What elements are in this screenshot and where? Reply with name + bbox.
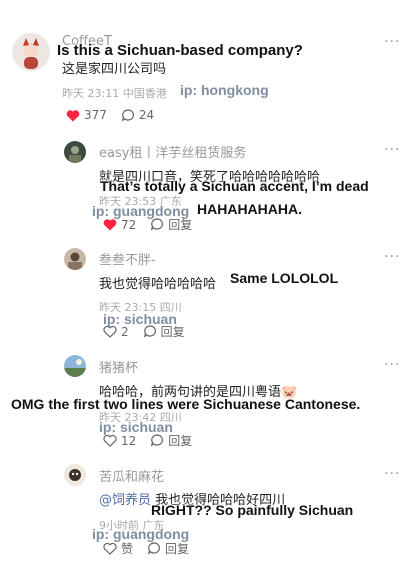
- comment-text: 这是家四川公司吗: [62, 62, 167, 77]
- more-options-icon[interactable]: ···: [384, 34, 400, 50]
- like-button[interactable]: 赞: [103, 540, 133, 557]
- comment-username[interactable]: 苦瓜和麻花: [99, 466, 164, 485]
- translation-overlay: That’s totally a Sichuan accent, I’m dea…: [100, 178, 369, 194]
- mention-link[interactable]: @饲养员: [99, 493, 151, 508]
- avatar[interactable]: [64, 355, 86, 377]
- comment-actions: 12 回复: [103, 432, 206, 449]
- comment-actions: 赞 回复: [103, 540, 203, 557]
- comment-actions: 2 回复: [103, 323, 199, 340]
- like-button[interactable]: 12: [103, 434, 136, 448]
- like-button[interactable]: 72: [103, 218, 136, 232]
- reply-label: 回复: [168, 434, 193, 448]
- reply-label: 回复: [160, 325, 185, 339]
- translation-overlay: OMG the first two lines were Sichuanese …: [11, 396, 361, 412]
- comment-text: 我也觉得哈哈哈哈哈: [99, 277, 217, 292]
- translation-overlay: RIGHT?? So painfully Sichuan: [151, 502, 354, 518]
- heart-outline-icon: [103, 325, 117, 338]
- ip-overlay: ip: hongkong: [180, 82, 269, 98]
- more-options-icon[interactable]: ···: [384, 249, 400, 265]
- avatar-image: [12, 33, 50, 71]
- like-button[interactable]: 2: [103, 325, 129, 339]
- comment-meta: 昨天 23:11 中国香港: [62, 87, 167, 100]
- comment-bubble-icon: [151, 218, 164, 231]
- comment-username[interactable]: 叁叁不胖-: [99, 249, 156, 268]
- reply-button[interactable]: 回复: [150, 432, 192, 449]
- heart-icon: [66, 109, 80, 121]
- comment-actions: 377 24: [66, 108, 168, 122]
- like-count: 12: [121, 433, 137, 448]
- avatar-image: [64, 355, 86, 377]
- reply-label: 回复: [165, 542, 190, 556]
- comment-bubble-icon: [121, 108, 134, 121]
- like-count: 377: [84, 108, 107, 122]
- comment-username[interactable]: 猪猪杯: [99, 357, 138, 376]
- avatar[interactable]: [64, 141, 86, 163]
- like-count: 2: [121, 324, 129, 339]
- comment-bubble-icon: [147, 542, 161, 555]
- reply-button[interactable]: 24: [121, 108, 154, 122]
- translation-overlay: Same LOLOLOL: [230, 270, 339, 286]
- comment-bubble-icon: [151, 434, 164, 447]
- like-label: 赞: [121, 542, 134, 556]
- like-button[interactable]: 377: [66, 108, 107, 122]
- reply-button[interactable]: 回复: [143, 323, 185, 340]
- comment-bubble-icon: [143, 325, 156, 338]
- heart-icon: [103, 219, 117, 231]
- translation-overlay: Is this a Sichuan-based company?: [57, 42, 303, 59]
- more-options-icon[interactable]: ···: [384, 357, 400, 373]
- more-options-icon[interactable]: ···: [384, 142, 400, 158]
- reply-label: 回复: [168, 218, 193, 232]
- avatar[interactable]: [64, 464, 86, 486]
- like-count: 72: [121, 217, 137, 232]
- translation-overlay: HAHAHAHAHA.: [197, 201, 302, 217]
- reply-count: 24: [138, 108, 155, 122]
- avatar-image: [64, 464, 86, 486]
- heart-outline-icon: [103, 434, 117, 447]
- avatar-image: [64, 248, 86, 270]
- comment-actions: 72 回复: [103, 216, 206, 233]
- heart-outline-icon: [103, 542, 117, 555]
- avatar-image: [64, 141, 86, 163]
- avatar[interactable]: [64, 248, 86, 270]
- comment-username[interactable]: easy租丨洋芋丝租赁服务: [99, 142, 246, 161]
- reply-button[interactable]: 回复: [147, 540, 189, 557]
- avatar[interactable]: [12, 33, 50, 71]
- reply-button[interactable]: 回复: [150, 216, 192, 233]
- more-options-icon[interactable]: ···: [384, 466, 400, 482]
